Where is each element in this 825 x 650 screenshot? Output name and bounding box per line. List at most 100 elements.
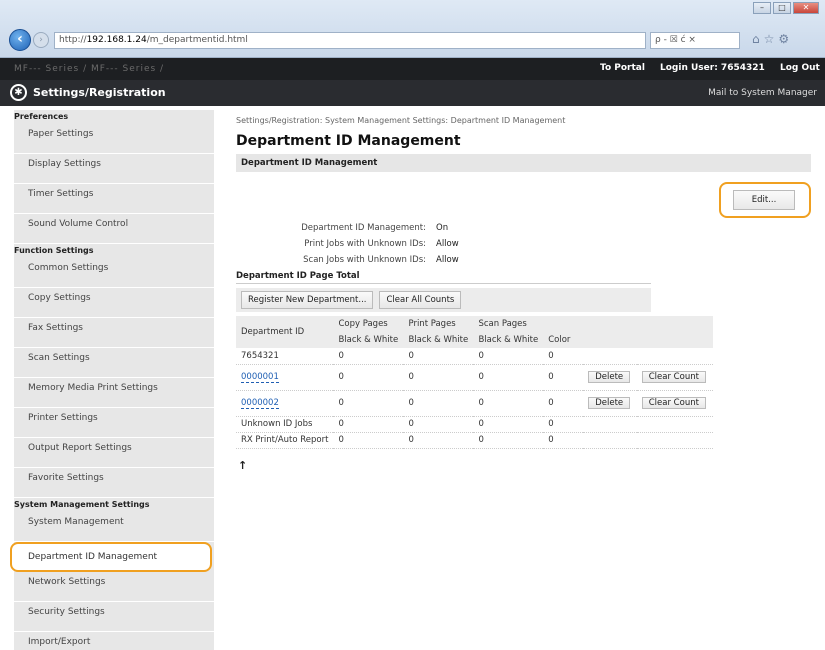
scan-bw-count: 0 <box>478 350 484 361</box>
scan-color-count: 0 <box>548 350 554 361</box>
sidebar-item-security-settings[interactable]: Security Settings <box>14 602 214 632</box>
department-id-link[interactable]: 0000002 <box>241 398 279 409</box>
department-id: RX Print/Auto Report <box>241 435 329 445</box>
button-row: Register New Department... Clear All Cou… <box>236 288 651 312</box>
page-title: Department ID Management <box>236 133 461 149</box>
info-list: Department ID Management: On Print Jobs … <box>236 220 811 268</box>
info-label: Department ID Management: <box>301 223 426 233</box>
sidebar-item-favorite-settings[interactable]: Favorite Settings <box>14 468 214 498</box>
product-name: MF--- Series / MF--- Series / <box>14 64 165 74</box>
col-header-department-id: Department ID <box>236 316 334 348</box>
info-label: Scan Jobs with Unknown IDs: <box>303 255 426 265</box>
section-heading: Department ID Management <box>236 154 811 172</box>
sidebar-item-sound-volume-control[interactable]: Sound Volume Control <box>14 214 214 244</box>
info-row: Print Jobs with Unknown IDs: Allow <box>236 236 811 252</box>
browser-chrome: – □ ✕ ‹ › http://192.168.1.24/m_departme… <box>0 0 825 58</box>
url-path: /m_departmentid.html <box>146 35 248 45</box>
table-row: 0000002 0 0 0 0 Delete Clear Count <box>236 390 714 416</box>
info-value: On <box>436 223 449 233</box>
clear-all-counts-button[interactable]: Clear All Counts <box>379 291 462 309</box>
info-row: Scan Jobs with Unknown IDs: Allow <box>236 252 811 268</box>
sidebar-section-system: System Management Settings <box>14 500 150 509</box>
sidebar-item-display-settings[interactable]: Display Settings <box>14 154 214 184</box>
scan-color-count: 0 <box>548 372 554 382</box>
delete-button[interactable]: Delete <box>588 371 631 383</box>
url-host: 192.168.1.24 <box>86 35 147 45</box>
settings-header: ✱ Settings/Registration Mail to System M… <box>0 80 825 106</box>
table-row: 0000001 0 0 0 0 Delete Clear Count <box>236 364 714 390</box>
sidebar-item-import-export[interactable]: Import/Export <box>14 632 214 650</box>
scan-bw-count: 0 <box>478 372 484 382</box>
close-button[interactable]: ✕ <box>793 2 819 14</box>
to-portal-link[interactable]: To Portal <box>600 63 645 73</box>
back-to-top-icon[interactable]: ↑ <box>236 459 811 472</box>
col-header-scan-bw: Black & White <box>473 332 544 348</box>
department-id-link[interactable]: 0000001 <box>241 372 279 383</box>
col-header-actions <box>583 316 714 348</box>
sidebar-item-system-management[interactable]: System Management <box>14 512 214 542</box>
col-header-scan: Scan Pages <box>473 316 584 332</box>
settings-title: Settings/Registration <box>33 86 166 99</box>
maximize-button[interactable]: □ <box>773 2 791 14</box>
sidebar-item-fax-settings[interactable]: Fax Settings <box>14 318 214 348</box>
address-bar[interactable]: http://192.168.1.24/m_departmentid.html <box>54 32 646 49</box>
login-user: Login User: 7654321 <box>660 63 765 73</box>
department-id: Unknown ID Jobs <box>241 419 313 429</box>
sidebar-item-scan-settings[interactable]: Scan Settings <box>14 348 214 378</box>
col-header-scan-color: Color <box>543 332 584 348</box>
delete-button[interactable]: Delete <box>588 397 631 409</box>
sidebar-item-printer-settings[interactable]: Printer Settings <box>14 408 214 438</box>
scan-color-count: 0 <box>548 398 554 408</box>
mail-to-system-manager-link[interactable]: Mail to System Manager <box>708 88 817 98</box>
main-content: Settings/Registration: System Management… <box>236 110 811 472</box>
forward-button[interactable]: › <box>33 32 49 48</box>
sidebar-item-department-id[interactable]: Department ID Management <box>10 542 212 572</box>
clear-count-button[interactable]: Clear Count <box>641 397 706 409</box>
sidebar-section-function: Function Settings <box>14 246 94 255</box>
print-bw-count: 0 <box>408 419 414 429</box>
department-id: 7654321 <box>241 350 279 361</box>
print-bw-count: 0 <box>408 435 414 445</box>
back-button[interactable]: ‹ <box>9 29 31 51</box>
print-bw-count: 0 <box>408 372 414 382</box>
table-row: RX Print/Auto Report 0 0 0 0 <box>236 432 714 448</box>
page-total-heading: Department ID Page Total <box>236 271 651 284</box>
copy-bw-count: 0 <box>338 350 344 361</box>
copy-bw-count: 0 <box>338 372 344 382</box>
table-row: 7654321 0 0 0 0 <box>236 348 714 364</box>
scan-color-count: 0 <box>548 419 554 429</box>
logout-link[interactable]: Log Out <box>780 63 820 73</box>
minimize-button[interactable]: – <box>753 2 771 14</box>
info-value: Allow <box>436 255 459 265</box>
edit-button[interactable]: Edit... <box>733 190 795 210</box>
sidebar-item-output-report[interactable]: Output Report Settings <box>14 438 214 468</box>
sidebar-item-paper-settings[interactable]: Paper Settings <box>14 124 214 154</box>
clear-count-button[interactable]: Clear Count <box>641 371 706 383</box>
scan-bw-count: 0 <box>478 398 484 408</box>
copy-bw-count: 0 <box>338 398 344 408</box>
window-controls: – □ ✕ <box>753 2 819 14</box>
sidebar-item-network-settings[interactable]: Network Settings <box>14 572 214 602</box>
scan-bw-count: 0 <box>478 419 484 429</box>
sidebar-section-preferences: Preferences <box>14 112 69 121</box>
search-controls[interactable]: ρ - ☒ ć × <box>650 32 740 49</box>
copy-bw-count: 0 <box>338 435 344 445</box>
sidebar-item-timer-settings[interactable]: Timer Settings <box>14 184 214 214</box>
sidebar-item-memory-media-print[interactable]: Memory Media Print Settings <box>14 378 214 408</box>
url-prefix: http:// <box>59 35 87 45</box>
scan-color-count: 0 <box>548 435 554 445</box>
info-label: Print Jobs with Unknown IDs: <box>304 239 426 249</box>
toolbar-icons[interactable]: ⌂☆⚙ <box>752 32 793 46</box>
register-new-department-button[interactable]: Register New Department... <box>241 291 374 309</box>
col-header-print-bw: Black & White <box>403 332 474 348</box>
copy-bw-count: 0 <box>338 419 344 429</box>
sidebar-item-copy-settings[interactable]: Copy Settings <box>14 288 214 318</box>
edit-highlight: Edit... <box>719 182 811 218</box>
print-bw-count: 0 <box>408 398 414 408</box>
table-row: Unknown ID Jobs 0 0 0 0 <box>236 416 714 432</box>
gear-icon: ✱ <box>10 84 27 101</box>
col-header-copy: Copy Pages <box>333 316 404 332</box>
sidebar-item-common-settings[interactable]: Common Settings <box>14 258 214 288</box>
sidebar: Preferences Paper Settings Display Setti… <box>10 110 214 650</box>
scan-bw-count: 0 <box>478 435 484 445</box>
